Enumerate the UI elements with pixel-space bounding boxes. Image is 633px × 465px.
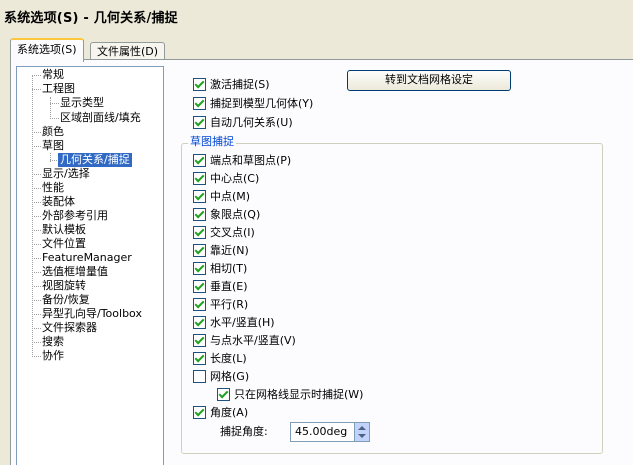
tree-connector xyxy=(32,272,41,273)
tree-connector xyxy=(32,75,41,76)
sketch-snaps-group-title: 草图捕捉 xyxy=(188,135,236,149)
tree-connector xyxy=(50,103,59,104)
checkbox[interactable] xyxy=(193,298,206,311)
tree-connector xyxy=(32,314,41,315)
checkbox[interactable] xyxy=(193,280,206,293)
tree-connector xyxy=(50,97,51,119)
tab-system-options[interactable]: 系统选项(S) xyxy=(10,38,84,62)
spinner-arrows[interactable] xyxy=(354,423,369,441)
checkbox[interactable] xyxy=(193,190,206,203)
tree-item-display-type[interactable]: 显示类型 xyxy=(60,96,104,110)
checkbox[interactable] xyxy=(193,334,206,347)
option-label: 垂直(E) xyxy=(210,280,248,293)
snap-angle-value[interactable]: 45.00deg xyxy=(295,425,347,439)
tree-connector xyxy=(32,230,41,231)
tree-connector xyxy=(32,244,41,245)
tree-item-search[interactable]: 搜索 xyxy=(42,335,64,349)
option-label: 角度(A) xyxy=(210,406,249,419)
tree-item-relations-snaps[interactable]: 几何关系/捕捉 xyxy=(58,153,132,167)
tree-connector xyxy=(32,174,41,175)
tree-item-performance[interactable]: 性能 xyxy=(42,181,64,195)
checkbox[interactable] xyxy=(193,262,206,275)
tree-connector xyxy=(32,342,41,343)
tree-connector xyxy=(32,89,41,90)
tree-connector xyxy=(32,146,41,147)
option-label: 只在网格线显示时捕捉(W) xyxy=(234,388,364,401)
tree-item-area-hatch[interactable]: 区域剖面线/填充 xyxy=(60,111,141,125)
option-label: 平行(R) xyxy=(210,298,249,311)
tree-connector xyxy=(32,286,41,287)
tree-item-spin-box-increments[interactable]: 选值框增量值 xyxy=(42,265,108,279)
tree-connector xyxy=(32,258,41,259)
title-bar: 系统选项(S) - 几何关系/捕捉 xyxy=(0,0,633,30)
tree-connector xyxy=(32,202,41,203)
checkbox[interactable] xyxy=(193,244,206,257)
checkbox[interactable] xyxy=(193,208,206,221)
snap-angle-label: 捕捉角度: xyxy=(220,425,268,438)
option-label: 中点(M) xyxy=(210,190,251,203)
spin-down-icon[interactable] xyxy=(358,434,366,438)
tree-connector xyxy=(32,188,41,189)
checkbox[interactable] xyxy=(193,406,206,419)
checkbox[interactable] xyxy=(193,352,206,365)
option-label: 捕捉到模型几何体(Y) xyxy=(210,97,314,110)
option-label: 激活捕捉(S) xyxy=(210,78,270,91)
options-tree[interactable]: 常规 工程图 显示类型 区域剖面线/填充 颜色 草图 几何关系/捕捉 显示/选择… xyxy=(16,66,164,465)
tree-item-sketch[interactable]: 草图 xyxy=(42,139,64,153)
checkbox[interactable] xyxy=(193,172,206,185)
option-label: 端点和草图点(P) xyxy=(210,154,292,167)
tree-connector xyxy=(32,300,41,301)
option-label: 靠近(N) xyxy=(210,244,249,257)
tree-item-backup-recover[interactable]: 备份/恢复 xyxy=(42,293,90,307)
snap-angle-spinbox[interactable]: 45.00deg xyxy=(290,422,370,442)
option-label: 中心点(C) xyxy=(210,172,260,185)
tree-item-file-explorer[interactable]: 文件探索器 xyxy=(42,321,97,335)
option-label: 交叉点(I) xyxy=(210,226,255,239)
tree-connector xyxy=(32,328,41,329)
option-label: 长度(L) xyxy=(210,352,247,365)
checkbox[interactable] xyxy=(217,388,230,401)
tree-item-general[interactable]: 常规 xyxy=(42,68,64,82)
go-to-grid-settings-button[interactable]: 转到文档网格设定 xyxy=(347,70,511,91)
tree-item-collaboration[interactable]: 协作 xyxy=(42,349,64,363)
checkbox[interactable] xyxy=(193,370,206,383)
tree-item-colors[interactable]: 颜色 xyxy=(42,125,64,139)
tree-item-external-references[interactable]: 外部参考引用 xyxy=(42,209,108,223)
window-title: 系统选项(S) - 几何关系/捕捉 xyxy=(4,11,178,26)
tree-connector xyxy=(32,216,41,217)
tree-connector xyxy=(32,132,41,133)
option-label: 自动几何关系(U) xyxy=(210,116,293,129)
checkbox[interactable] xyxy=(193,316,206,329)
option-label: 相切(T) xyxy=(210,262,248,275)
tree-item-display-selection[interactable]: 显示/选择 xyxy=(42,167,90,181)
checkbox[interactable] xyxy=(193,78,206,91)
tree-item-drawings[interactable]: 工程图 xyxy=(42,82,75,96)
tree-item-assemblies[interactable]: 装配体 xyxy=(42,195,75,209)
option-label: 象限点(Q) xyxy=(210,208,261,221)
option-label: 网格(G) xyxy=(210,370,250,383)
tree-item-featuremanager[interactable]: FeatureManager xyxy=(42,251,132,265)
spin-up-icon[interactable] xyxy=(358,426,366,430)
tree-item-default-templates[interactable]: 默认模板 xyxy=(42,223,86,237)
option-label: 与点水平/竖直(V) xyxy=(210,334,296,347)
tree-item-hole-wizard-toolbox[interactable]: 异型孔向导/Toolbox xyxy=(42,307,142,321)
checkbox[interactable] xyxy=(193,97,206,110)
tree-connector xyxy=(50,118,59,119)
tree-connector xyxy=(32,356,41,357)
tree-item-file-locations[interactable]: 文件位置 xyxy=(42,237,86,251)
tree-item-view-rotation[interactable]: 视图旋转 xyxy=(42,279,86,293)
checkbox[interactable] xyxy=(193,226,206,239)
checkbox[interactable] xyxy=(193,154,206,167)
option-label: 水平/竖直(H) xyxy=(210,316,275,329)
checkbox[interactable] xyxy=(193,116,206,129)
